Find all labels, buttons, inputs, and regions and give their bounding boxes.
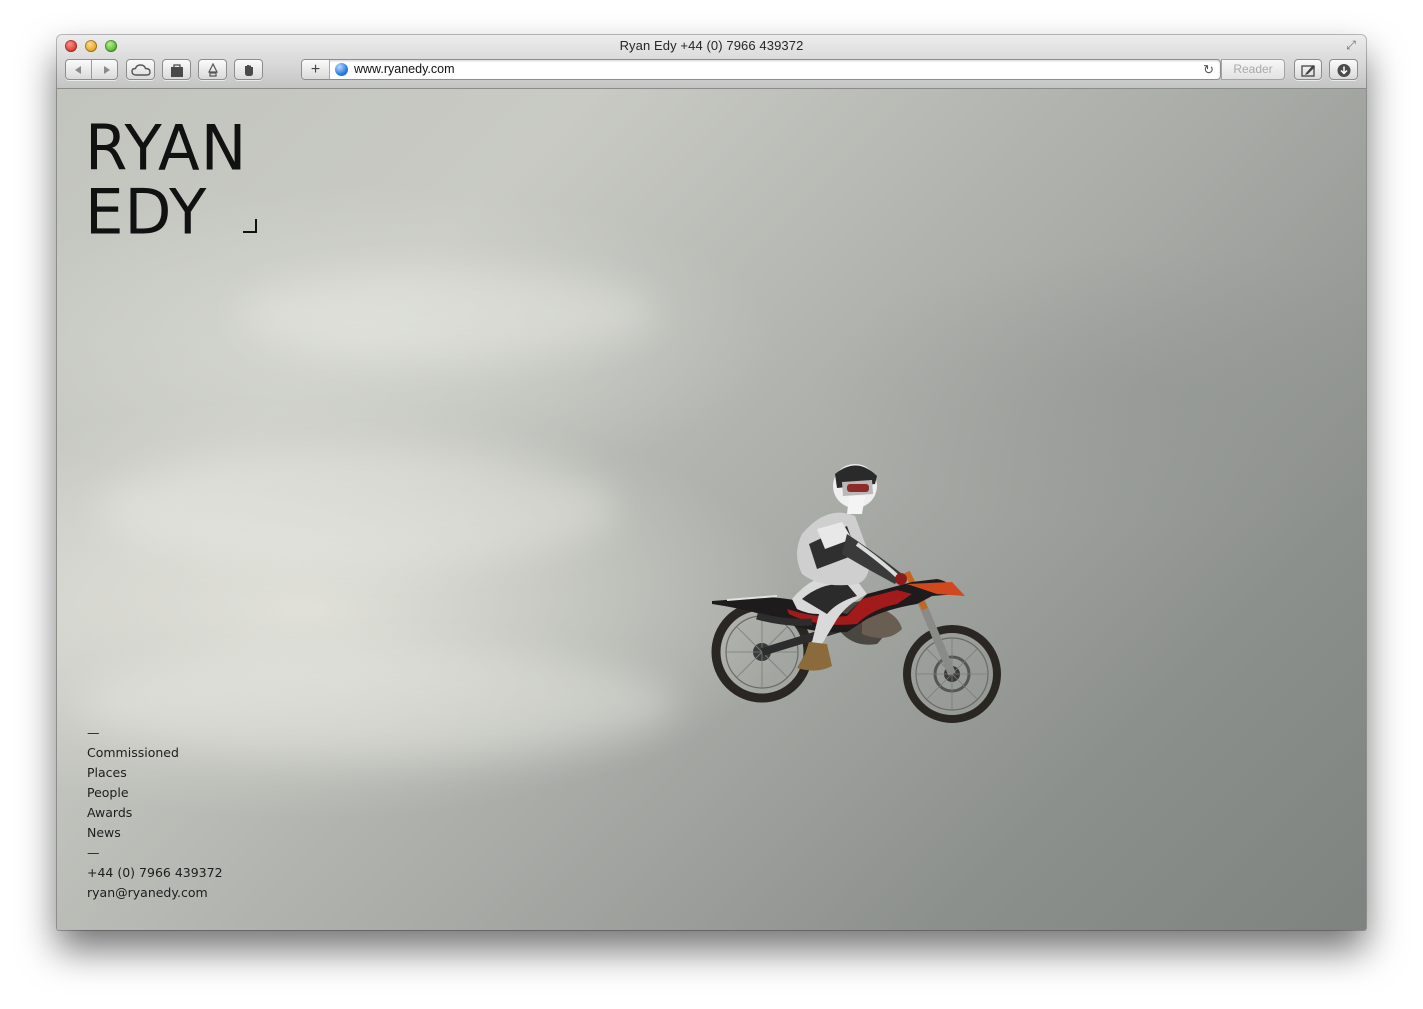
nav-item-people[interactable]: People — [87, 783, 223, 803]
page-viewport: RYAN EDY — Commissioned Places People Aw… — [57, 89, 1366, 930]
download-icon — [1337, 64, 1350, 77]
fullscreen-icon[interactable]: ⤢ — [1344, 38, 1358, 52]
logo-line-1: RYAN — [85, 112, 248, 185]
contact-phone[interactable]: +44 (0) 7966 439372 — [87, 863, 223, 883]
cloud-icon — [130, 64, 151, 76]
logo-corner-bracket — [243, 219, 257, 233]
reader-button[interactable]: Reader — [1221, 59, 1285, 80]
hand-icon — [244, 65, 253, 76]
browser-window: Ryan Edy +44 (0) 7966 439372 ⤢ + www.rya… — [57, 35, 1366, 930]
contact-email[interactable]: ryan@ryanedy.com — [87, 883, 223, 903]
nav-item-commissioned[interactable]: Commissioned — [87, 743, 223, 763]
window-title: Ryan Edy +44 (0) 7966 439372 — [619, 38, 804, 53]
add-bookmark-button[interactable]: + — [302, 60, 330, 79]
nav-item-news[interactable]: News — [87, 823, 223, 843]
logo-line-2: EDY — [85, 176, 208, 249]
icloud-tabs-button[interactable] — [126, 59, 155, 80]
site-navigation: — Commissioned Places People Awards News… — [87, 723, 223, 903]
nav-item-places[interactable]: Places — [87, 763, 223, 783]
title-bar: Ryan Edy +44 (0) 7966 439372 ⤢ + www.rya… — [57, 35, 1366, 89]
site-logo[interactable]: RYAN EDY — [85, 112, 248, 249]
shopping-bag-icon — [170, 64, 183, 77]
reload-icon[interactable]: ↻ — [1203, 60, 1214, 79]
cloud-wisp — [237, 269, 657, 359]
shopping-bag-button[interactable] — [162, 59, 191, 80]
back-arrow-icon[interactable] — [66, 63, 119, 77]
notes-button[interactable] — [1294, 59, 1322, 80]
segment-divider — [91, 60, 92, 79]
cloud-wisp — [97, 449, 617, 569]
extension-icon — [207, 63, 218, 77]
pencil-icon — [1301, 65, 1315, 77]
hand-button[interactable] — [234, 59, 263, 80]
url-field[interactable]: www.ryanedy.com — [354, 60, 455, 79]
nav-separator: — — [87, 725, 100, 740]
motocross-rider-image — [711, 464, 1001, 723]
nav-separator: — — [87, 845, 100, 860]
back-forward-buttons[interactable] — [65, 59, 118, 80]
globe-icon — [335, 63, 348, 76]
address-bar[interactable]: + www.ryanedy.com ↻ — [301, 59, 1221, 80]
nav-item-awards[interactable]: Awards — [87, 803, 223, 823]
extension-button[interactable] — [198, 59, 227, 80]
downloads-button[interactable] — [1329, 59, 1358, 80]
